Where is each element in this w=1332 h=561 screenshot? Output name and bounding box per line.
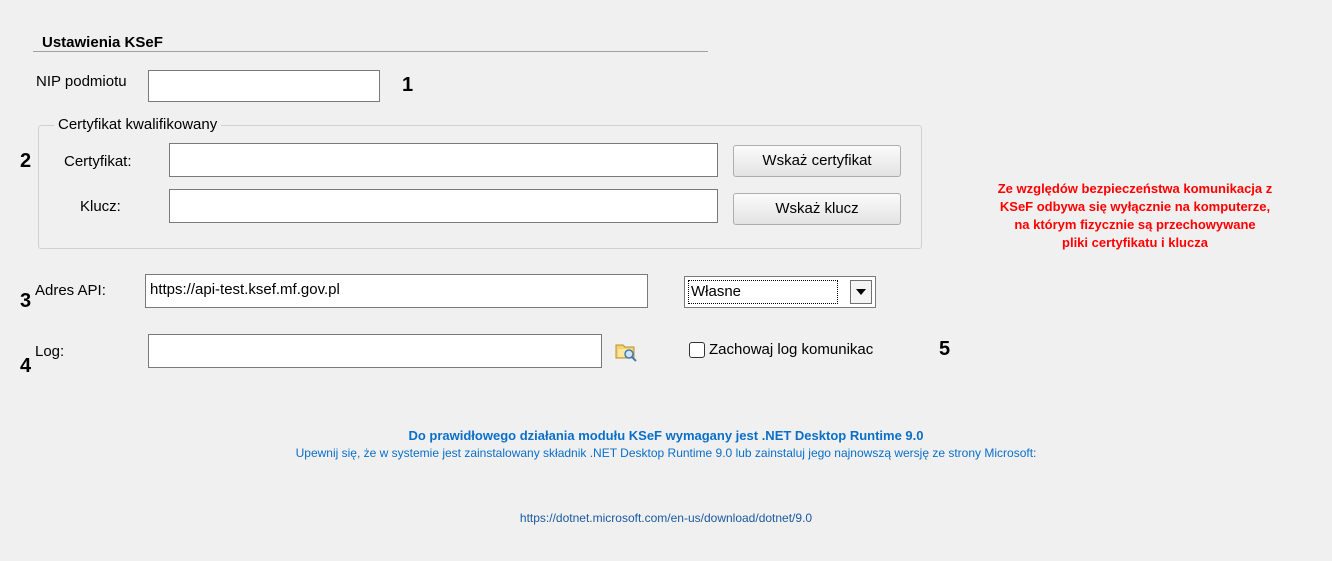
section-title: Ustawienia KSeF bbox=[42, 34, 163, 51]
certificate-label: Certyfikat: bbox=[64, 153, 132, 170]
chevron-down-icon[interactable] bbox=[850, 280, 872, 304]
nip-input[interactable] bbox=[148, 70, 380, 102]
section-divider bbox=[33, 51, 708, 52]
certificate-group-legend: Certyfikat kwalifikowany bbox=[54, 116, 222, 133]
security-warning: Ze względów bezpieczeństwa komunikacja z… bbox=[940, 180, 1330, 252]
security-warning-line-3: na którym fizycznie są przechowywane bbox=[1014, 217, 1256, 232]
api-mode-selected-value: Własne bbox=[688, 280, 838, 304]
log-path-input[interactable] bbox=[148, 334, 602, 368]
marker-5: 5 bbox=[939, 338, 951, 360]
runtime-requirement-title: Do prawidłowego działania modułu KSeF wy… bbox=[408, 428, 924, 443]
marker-2: 2 bbox=[20, 150, 32, 172]
key-label: Klucz: bbox=[80, 198, 121, 215]
runtime-requirement-description: Upewnij się, że w systemie jest zainstal… bbox=[295, 446, 1037, 460]
keep-log-label[interactable]: Zachowaj log komunikac bbox=[709, 341, 873, 358]
select-key-button[interactable]: Wskaż klucz bbox=[733, 193, 901, 225]
marker-1: 1 bbox=[402, 74, 414, 96]
certificate-path-input[interactable] bbox=[169, 143, 718, 177]
marker-3: 3 bbox=[20, 290, 32, 312]
folder-search-icon[interactable] bbox=[614, 339, 638, 363]
runtime-download-link[interactable]: https://dotnet.microsoft.com/en-us/downl… bbox=[0, 511, 1332, 525]
select-certificate-button[interactable]: Wskaż certyfikat bbox=[733, 145, 901, 177]
security-warning-line-4: pliki certyfikatu i klucza bbox=[1062, 235, 1208, 250]
api-mode-select[interactable]: Własne bbox=[684, 276, 876, 308]
keep-log-checkbox[interactable] bbox=[689, 342, 705, 358]
security-warning-line-2: KSeF odbywa się wyłącznie na komputerze, bbox=[999, 199, 1271, 214]
key-path-input[interactable] bbox=[169, 189, 718, 223]
api-address-label: Adres API: bbox=[35, 282, 106, 299]
log-label: Log: bbox=[35, 343, 65, 360]
marker-4: 4 bbox=[20, 355, 32, 377]
api-address-input[interactable]: https://api-test.ksef.mf.gov.pl bbox=[145, 274, 648, 308]
nip-label: NIP podmiotu bbox=[36, 73, 127, 90]
security-warning-line-1: Ze względów bezpieczeństwa komunikacja z bbox=[997, 181, 1273, 196]
